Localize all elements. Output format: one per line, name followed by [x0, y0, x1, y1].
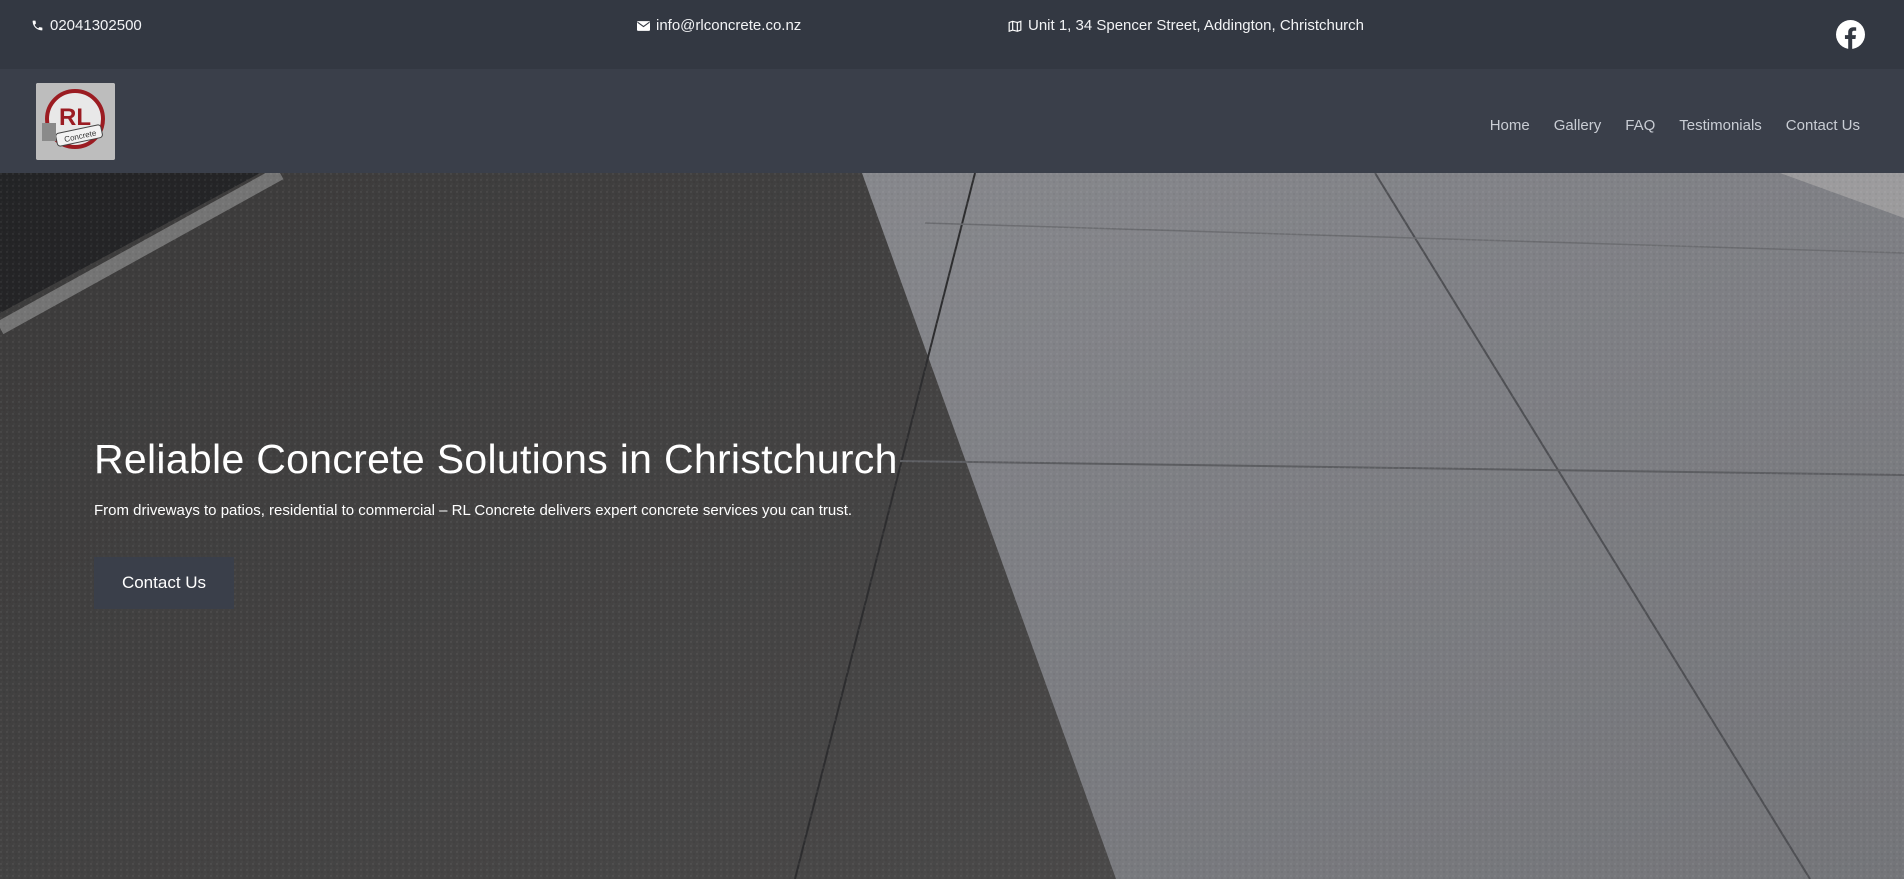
- email-contact[interactable]: info@rlconcrete.co.nz: [636, 17, 801, 34]
- nav-faq[interactable]: FAQ: [1625, 117, 1655, 134]
- hero-background-image: [0, 173, 1904, 879]
- address-contact: Unit 1, 34 Spencer Street, Addington, Ch…: [1008, 17, 1364, 34]
- nav-gallery[interactable]: Gallery: [1554, 117, 1602, 134]
- address-text: Unit 1, 34 Spencer Street, Addington, Ch…: [1028, 17, 1365, 34]
- phone-icon: [30, 19, 44, 33]
- map-icon: [1008, 19, 1022, 33]
- main-nav: Home Gallery FAQ Testimonials Contact Us: [1490, 117, 1860, 134]
- main-navbar: RL Concrete Home Gallery FAQ Testimonial…: [0, 69, 1904, 173]
- phone-number[interactable]: 02041302500: [50, 17, 142, 34]
- hero-title: Reliable Concrete Solutions in Christchu…: [94, 436, 898, 482]
- nav-home[interactable]: Home: [1490, 117, 1530, 134]
- top-info-bar: 02041302500 info@rlconcrete.co.nz Unit 1…: [0, 0, 1904, 69]
- facebook-icon[interactable]: [1836, 20, 1865, 49]
- envelope-icon: [636, 19, 650, 33]
- nav-testimonials[interactable]: Testimonials: [1679, 117, 1762, 134]
- email-address[interactable]: info@rlconcrete.co.nz: [656, 17, 801, 34]
- phone-contact[interactable]: 02041302500: [30, 17, 142, 34]
- hero-section: Reliable Concrete Solutions in Christchu…: [0, 173, 1904, 879]
- site-logo[interactable]: RL Concrete: [36, 83, 115, 160]
- hero-contact-button[interactable]: Contact Us: [94, 557, 234, 609]
- nav-contact-us[interactable]: Contact Us: [1786, 117, 1860, 134]
- hero-subtitle: From driveways to patios, residential to…: [94, 502, 853, 519]
